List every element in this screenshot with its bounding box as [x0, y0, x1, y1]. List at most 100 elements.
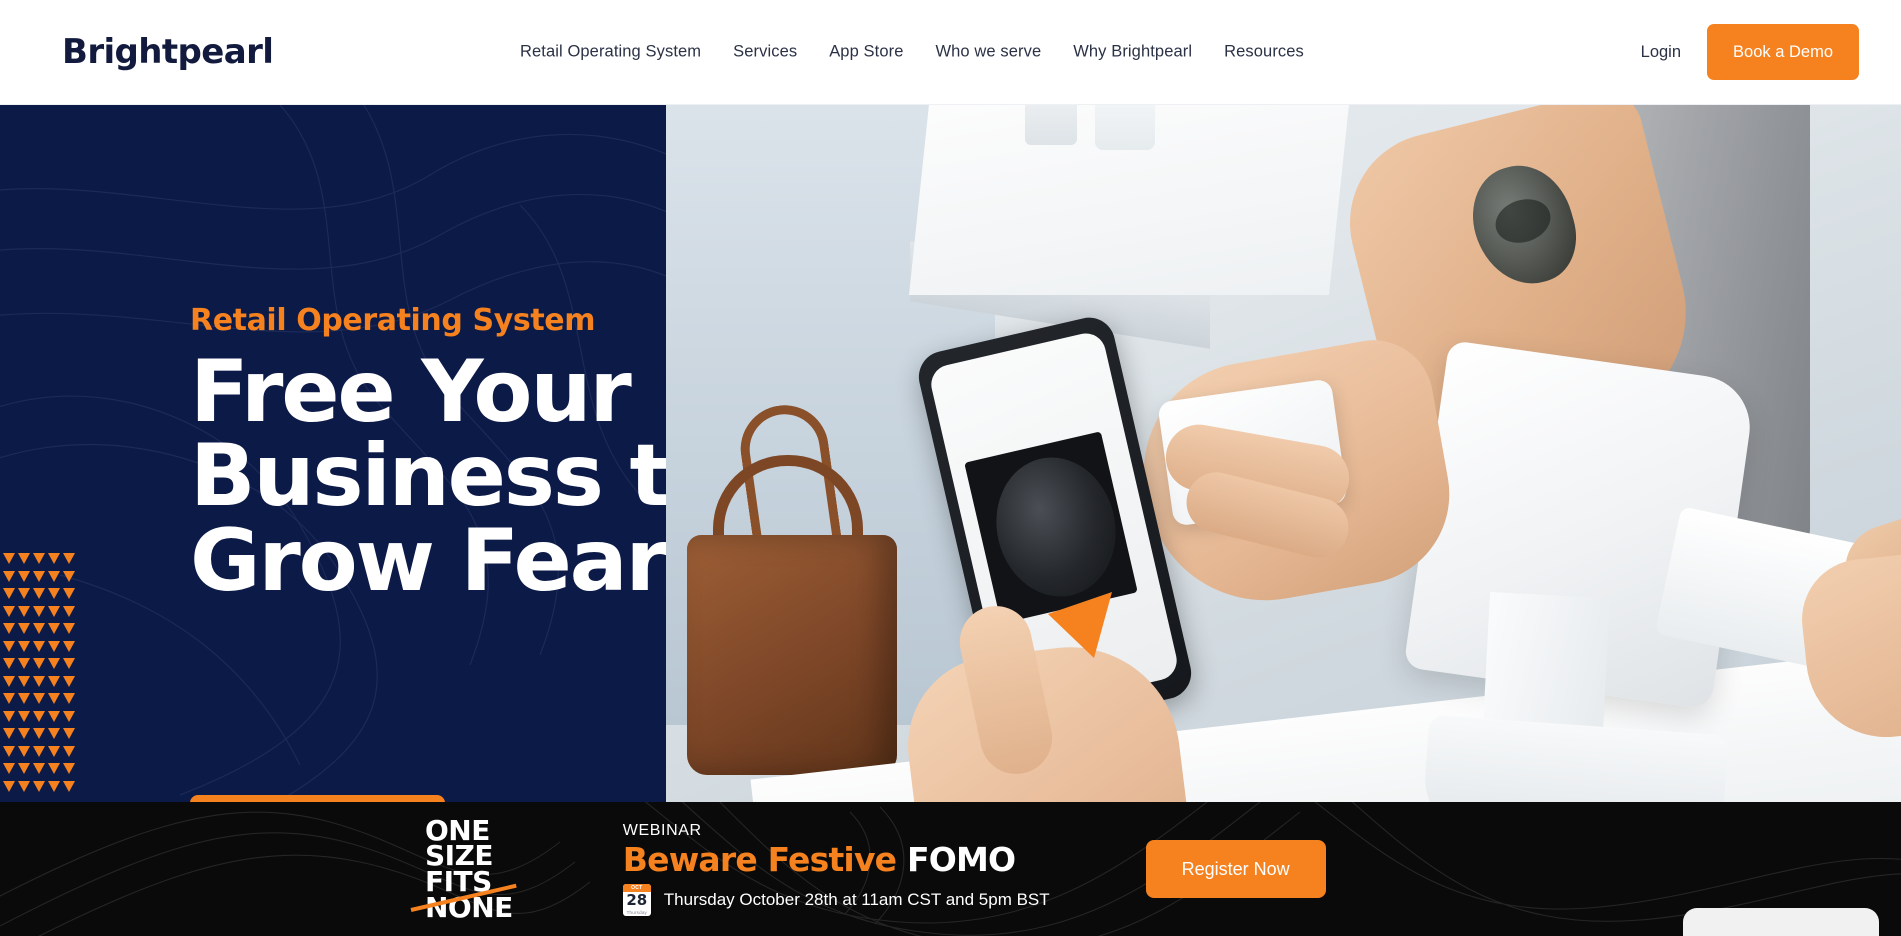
one-size-fits-none-lockup: ONE SIZE FITS NONE [410, 816, 517, 921]
triangle-icon [32, 763, 45, 774]
triangle-icon [62, 605, 75, 617]
hero-navy-panel: Retail Operating System Free Your Busine… [0, 105, 666, 802]
nav-item-app-store[interactable]: App Store [829, 43, 903, 62]
triangle-icon [18, 780, 31, 792]
lets-grow-button[interactable]: Let's Grow [190, 795, 445, 802]
register-now-button[interactable]: Register Now [1145, 840, 1326, 898]
triangle-icon [32, 728, 45, 739]
webinar-datetime-row: OCT 28 Thursday Thursday October 28th at… [622, 884, 1050, 917]
triangle-icon [18, 745, 31, 757]
main-navigation: Retail Operating System Services App Sto… [520, 43, 1304, 62]
header-actions: Login Book a Demo [1641, 24, 1859, 80]
triangle-icon [18, 693, 31, 704]
triangle-icon [32, 640, 45, 652]
triangle-icon [47, 763, 60, 774]
triangle-icon [47, 745, 60, 757]
book-a-demo-button[interactable]: Book a Demo [1707, 24, 1859, 80]
brightpearl-logo[interactable]: Brightpearl [62, 32, 274, 72]
triangle-icon [18, 588, 31, 599]
hero-headline-line-1: Free Your [190, 342, 632, 442]
chat-widget-launcher[interactable] [1683, 908, 1879, 936]
webinar-promo-banner: ONE SIZE FITS NONE WEBINAR Beware Festiv… [0, 802, 1901, 936]
triangle-icon [18, 710, 31, 722]
triangle-icon [32, 693, 45, 704]
triangle-icon [62, 658, 75, 669]
triangle-icon [47, 780, 60, 792]
nav-item-services[interactable]: Services [733, 43, 797, 62]
triangle-icon [32, 570, 45, 582]
triangle-icon [62, 728, 75, 739]
triangle-icon [47, 588, 60, 599]
hero-headline-line-2: Business to [190, 426, 666, 527]
triangle-icon [32, 745, 45, 757]
triangle-icon [62, 745, 75, 757]
webinar-details: WEBINAR Beware Festive FOMO OCT 28 Thurs… [622, 821, 1050, 917]
triangle-icon [32, 658, 45, 669]
triangle-icon [3, 728, 16, 739]
triangle-icon [47, 658, 60, 669]
triangle-icon [18, 675, 31, 687]
triangle-icon [18, 658, 31, 669]
banner-content: ONE SIZE FITS NONE WEBINAR Beware Festiv… [410, 802, 1326, 936]
webinar-kicker: WEBINAR [622, 821, 702, 839]
triangle-icon [47, 553, 60, 564]
triangle-icon [3, 780, 16, 792]
nav-item-why-brightpearl[interactable]: Why Brightpearl [1073, 43, 1192, 62]
hero-eyebrow: Retail Operating System [190, 303, 596, 338]
hero-photo-contactless-payment [665, 105, 1901, 802]
triangle-icon [62, 710, 75, 722]
calendar-icon: OCT 28 Thursday [622, 884, 651, 917]
triangle-icon [18, 623, 31, 634]
triangle-icon [62, 570, 75, 582]
triangle-icon [18, 605, 31, 617]
triangle-icon [3, 693, 16, 704]
triangle-icon [47, 693, 60, 704]
triangle-icon [32, 588, 45, 599]
triangle-icon [32, 675, 45, 687]
hero-section: Retail Operating System Free Your Busine… [0, 105, 1901, 802]
triangle-icon [47, 623, 60, 634]
triangle-icon [47, 728, 60, 739]
triangle-icon [47, 640, 60, 652]
triangle-icon [3, 623, 16, 634]
triangle-icon [32, 553, 45, 564]
triangle-icon [3, 588, 16, 599]
webinar-date-text: Thursday October 28th at 11am CST and 5p… [663, 890, 1050, 910]
nav-item-resources[interactable]: Resources [1224, 43, 1304, 62]
triangle-icon [18, 728, 31, 739]
webinar-title: Beware Festive FOMO [622, 839, 1050, 879]
triangle-icon [62, 623, 75, 634]
nav-item-who-we-serve[interactable]: Who we serve [935, 43, 1041, 62]
orange-triangle-grid-icon [0, 550, 76, 802]
triangle-icon [3, 553, 16, 564]
calendar-day: 28 [626, 891, 648, 910]
triangle-icon [32, 780, 45, 792]
triangle-icon [3, 710, 16, 722]
triangle-icon [62, 675, 75, 687]
osfn-line-4-wrap: NONE [410, 883, 517, 921]
triangle-icon [62, 588, 75, 599]
nav-item-retail-operating-system[interactable]: Retail Operating System [520, 43, 701, 62]
webinar-title-orange: Beware Festive [622, 839, 897, 879]
hero-headline-line-3: Grow Fearlessly [190, 510, 666, 611]
triangle-icon [62, 640, 75, 652]
triangle-icon [62, 693, 75, 704]
triangle-icon [47, 605, 60, 617]
site-header: Brightpearl Retail Operating System Serv… [0, 0, 1901, 105]
triangle-icon [18, 570, 31, 582]
webinar-title-white: FOMO [906, 839, 1016, 879]
triangle-icon [18, 640, 31, 652]
triangle-icon [3, 570, 16, 582]
triangle-icon [62, 763, 75, 774]
triangle-icon [47, 570, 60, 582]
triangle-icon [3, 745, 16, 757]
triangle-icon [3, 605, 16, 617]
triangle-icon [47, 710, 60, 722]
triangle-icon [3, 675, 16, 687]
triangle-icon [62, 553, 75, 564]
triangle-icon [3, 658, 16, 669]
triangle-icon [32, 605, 45, 617]
login-link[interactable]: Login [1641, 43, 1681, 62]
triangle-icon [3, 763, 16, 774]
triangle-icon [3, 640, 16, 652]
